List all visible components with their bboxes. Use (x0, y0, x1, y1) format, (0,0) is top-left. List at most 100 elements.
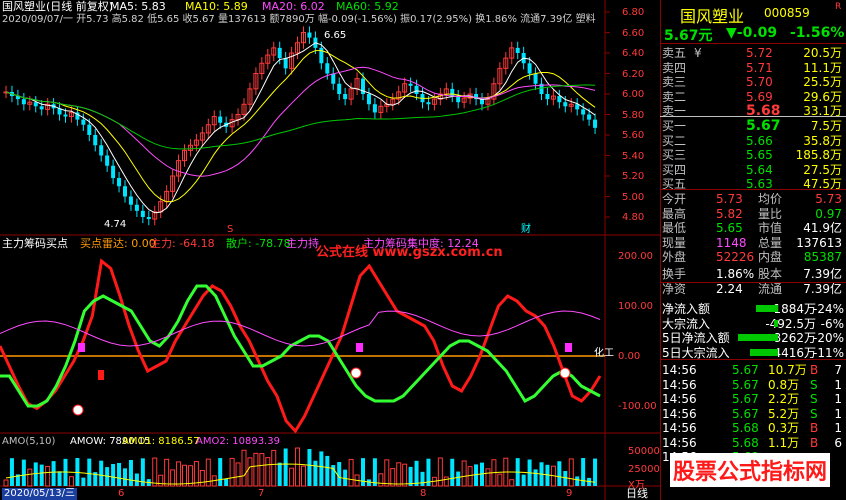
volume-bar (9, 458, 14, 486)
stat-row: 外盘 52226 内盘 85387 (660, 248, 846, 266)
candle-body (456, 96, 461, 103)
buy-marker (78, 343, 85, 352)
volume-bar (39, 464, 44, 486)
candle-body (63, 114, 68, 117)
ma20-label: MA20: 6.02 (262, 0, 325, 13)
candle-body (140, 210, 145, 217)
candle-body (283, 58, 288, 69)
watermark-gszx: 公式在线 www.gszx.com.cn (316, 245, 503, 260)
candle-body (563, 102, 568, 107)
volume-bar (152, 457, 158, 487)
volume-bar (277, 462, 282, 486)
ma5-label: MA5: 5.83 (110, 0, 166, 13)
price-tick: 5.80 (622, 109, 645, 121)
candle-body (366, 94, 371, 105)
volume-bar (247, 457, 253, 487)
candle-body (545, 94, 550, 100)
volume-tick: 50000 (628, 446, 660, 457)
volume-bar (218, 458, 223, 486)
chart-title: 国风塑业(日线 前复权) (2, 0, 114, 13)
candle-body (408, 83, 413, 86)
candle-body (533, 73, 538, 84)
volume-bar (283, 448, 288, 486)
volume-bar (182, 464, 187, 487)
price-tick: 5.60 (622, 130, 645, 141)
ma20-line (5, 66, 596, 177)
candle-body (593, 119, 598, 128)
candle-body (87, 124, 92, 135)
s-marker: S (227, 224, 234, 235)
indicator-tick: 0.00 (618, 351, 641, 362)
candle-body (93, 135, 98, 146)
stat-value: 85387 (803, 250, 842, 264)
month-label: 7 (258, 488, 265, 499)
price-tick: 6.80 (622, 7, 645, 18)
stat-label: 外盘 (662, 250, 687, 264)
volume-bar (241, 449, 247, 487)
price-tick: 6.40 (622, 48, 645, 59)
candle-body (414, 85, 419, 94)
volume-bar (3, 479, 9, 487)
volume-bar (111, 463, 116, 486)
candle-body (39, 106, 44, 110)
amo1-label: AMO1: 8186.57 (122, 436, 200, 447)
candle-body (146, 217, 151, 220)
volume-bar (575, 476, 580, 486)
volume-bar (271, 449, 277, 487)
volume-bar (337, 462, 342, 486)
volume-bar (45, 465, 51, 487)
indicator-title: 主力筹码买点 (2, 237, 68, 250)
volume-bar (443, 476, 449, 487)
candle-body (343, 94, 348, 100)
volume-bar (437, 457, 443, 487)
volume-bar (68, 476, 74, 487)
candle-body (515, 47, 520, 53)
price-change: ▼-0.09 (726, 25, 778, 41)
indicator-tick: 200.00 (618, 251, 653, 262)
volume-bar (81, 477, 86, 486)
candle-body (527, 63, 532, 74)
candle-body (581, 109, 586, 115)
amo2-label: AMO2: 10893.39 (196, 436, 280, 447)
volume-bar (21, 459, 26, 486)
volume-bar (199, 469, 205, 487)
candle-body (105, 155, 110, 166)
indicator-tick: -100.00 (618, 401, 657, 412)
month-label: 9 (566, 488, 573, 499)
volume-bar (229, 457, 235, 487)
volume-bar (461, 460, 467, 487)
indicator-tick: 100.00 (618, 301, 653, 312)
stat-value: 52226 (716, 250, 755, 264)
retail-label: 散户: -78.78 (226, 237, 291, 250)
price-change-pct: -1.56% (790, 25, 845, 41)
volume-bar (301, 465, 306, 487)
flow-bar (738, 334, 778, 341)
ohlc-line: 2020/09/07/一 开5.73 高5.82 低5.65 收5.67 量13… (2, 14, 596, 25)
candle-body (21, 99, 26, 105)
candle-body (111, 165, 116, 179)
month-label: 6 (118, 488, 125, 499)
candle-body (81, 119, 86, 125)
signal-dot (559, 367, 571, 379)
volume-bar (509, 479, 515, 487)
signal-dot (350, 367, 362, 379)
volume-bar (265, 457, 271, 487)
candle-body (307, 32, 312, 38)
main-force-label: 主力: -64.18 (150, 237, 215, 250)
volume-bar (224, 478, 229, 486)
volume-bar (533, 469, 538, 486)
volume-bar (253, 452, 259, 487)
volume-bar (414, 460, 419, 486)
watermark-site: 股票公式指标网 (670, 453, 831, 487)
daily-tab[interactable]: 日线 (626, 488, 648, 500)
volume-bar (319, 451, 324, 486)
candle-body (117, 178, 122, 187)
candle-body (587, 114, 592, 120)
volume-bar (117, 462, 122, 486)
volume-bar (325, 455, 330, 486)
volume-bar (57, 471, 62, 486)
volume-bar (563, 471, 568, 486)
price-tick: 6.60 (622, 27, 645, 39)
volume-bar (99, 460, 104, 486)
price-tick: 4.80 (622, 212, 645, 223)
